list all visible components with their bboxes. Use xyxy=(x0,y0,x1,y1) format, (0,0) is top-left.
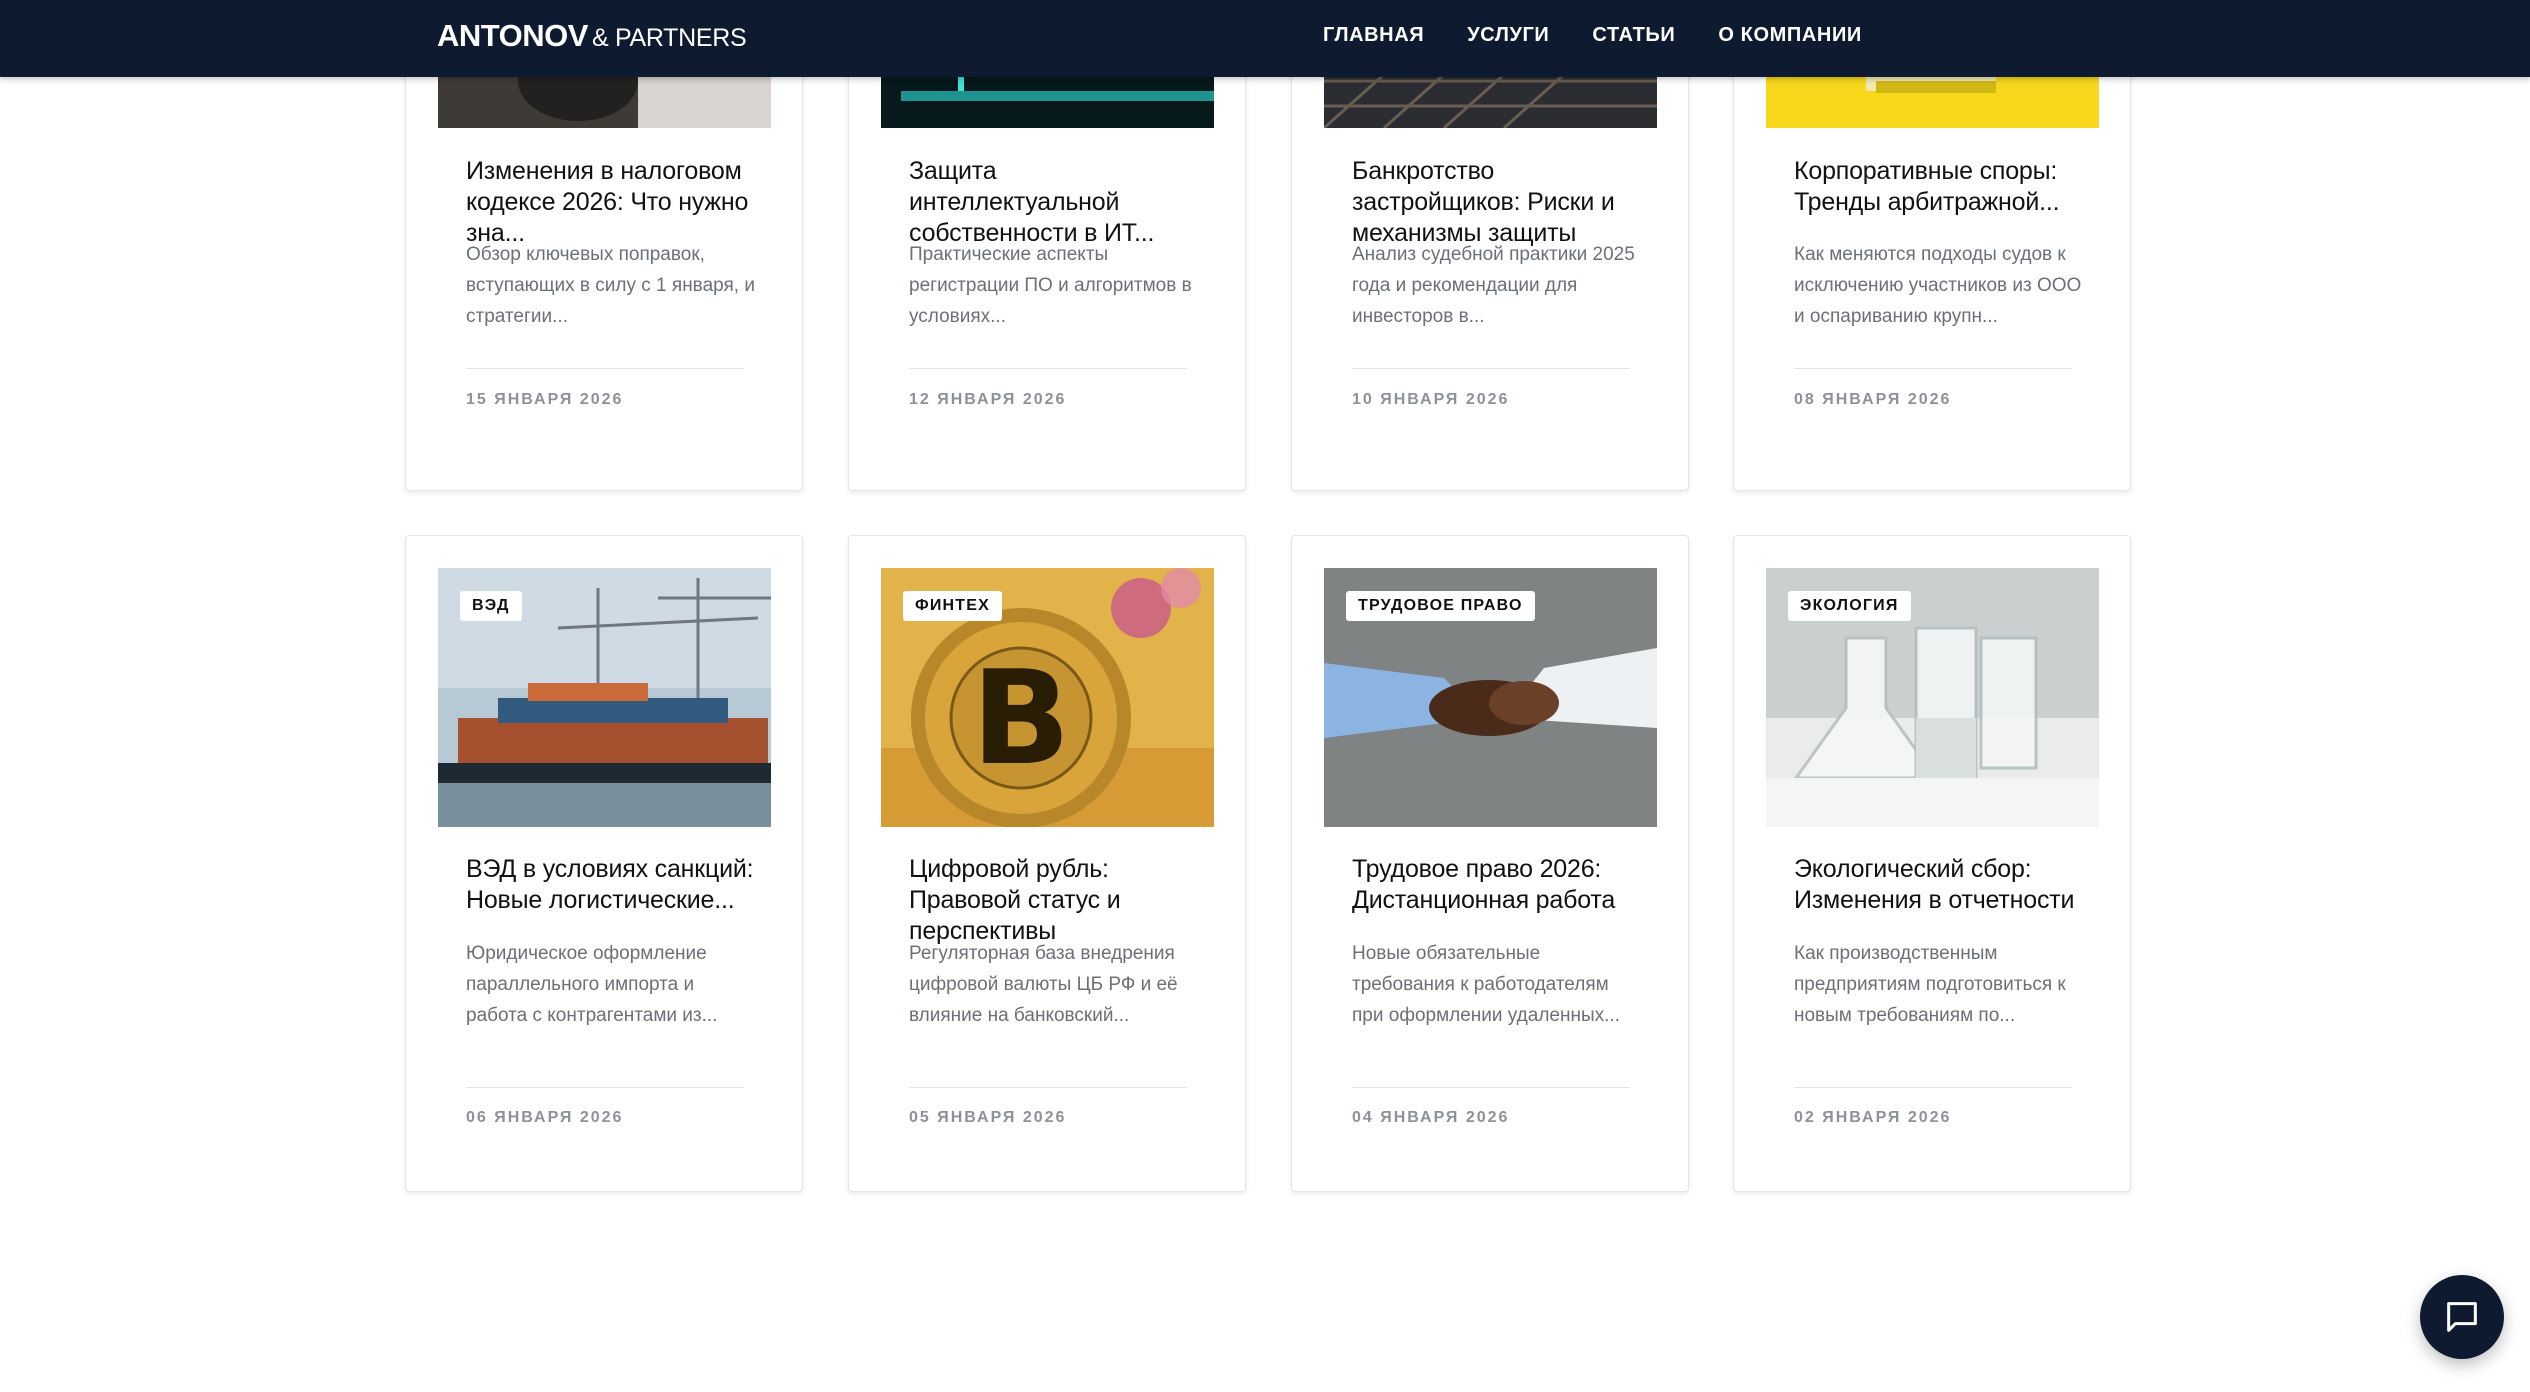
main-nav: ГЛАВНАЯ УСЛУГИ СТАТЬИ О КОМПАНИИ xyxy=(1323,24,1905,47)
article-date: 02 ЯНВАРЯ 2026 xyxy=(1794,1109,1952,1126)
article-thumbnail[interactable]: B ФИНТЕХ xyxy=(881,568,1214,827)
article-title[interactable]: Трудовое право 2026: Дистанционная работ… xyxy=(1352,854,1642,916)
svg-text:B: B xyxy=(971,642,1070,794)
card-divider xyxy=(1352,1087,1630,1088)
article-excerpt: Юридическое оформление параллельного имп… xyxy=(466,943,718,1026)
article-excerpt: Анализ судебной практики 2025 года и рек… xyxy=(1352,244,1635,327)
article-date: 05 ЯНВАРЯ 2026 xyxy=(909,1109,1067,1126)
article-card[interactable]: B ФИНТЕХ Цифровой рубль: Правовой статус… xyxy=(848,535,1246,1192)
article-excerpt: Как производственным предприятиям подгот… xyxy=(1794,943,2066,1026)
card-divider xyxy=(1794,368,2072,369)
article-excerpt: Как меняются подходы судов к исключению … xyxy=(1794,244,2082,327)
article-category-tag[interactable]: ВЭД xyxy=(460,591,522,621)
article-card[interactable]: ЭКОЛОГИЯ Экологический сбор: Изменения в… xyxy=(1733,535,2131,1192)
card-divider xyxy=(466,1087,744,1088)
card-divider xyxy=(466,368,744,369)
logo-sub-text: & PARTNERS xyxy=(591,24,747,52)
article-excerpt: Новые обязательные требования к работода… xyxy=(1352,943,1620,1026)
nav-home[interactable]: ГЛАВНАЯ xyxy=(1323,24,1424,47)
article-category-tag[interactable]: ФИНТЕХ xyxy=(903,591,1003,621)
chat-button[interactable] xyxy=(2420,1275,2504,1359)
article-date: 12 ЯНВАРЯ 2026 xyxy=(909,391,1067,408)
article-date: 15 ЯНВАРЯ 2026 xyxy=(466,391,624,408)
article-excerpt: Регуляторная база внедрения цифровой вал… xyxy=(909,943,1178,1026)
nav-about[interactable]: О КОМПАНИИ xyxy=(1718,24,1862,47)
nav-services[interactable]: УСЛУГИ xyxy=(1467,24,1549,47)
article-title[interactable]: ВЭД в условиях санкций: Новые логистичес… xyxy=(466,854,756,916)
article-card[interactable]: ВЭД ВЭД в условиях санкций: Новые логист… xyxy=(405,535,803,1192)
logo-main-text: ANTONOV xyxy=(437,18,588,53)
article-excerpt: Практические аспекты регистрации ПО и ал… xyxy=(909,244,1192,327)
article-date: 08 ЯНВАРЯ 2026 xyxy=(1794,391,1952,408)
card-divider xyxy=(1794,1087,2072,1088)
article-thumbnail[interactable]: ЭКОЛОГИЯ xyxy=(1766,568,2099,827)
nav-articles[interactable]: СТАТЬИ xyxy=(1592,24,1675,47)
article-date: 06 ЯНВАРЯ 2026 xyxy=(466,1109,624,1126)
article-title[interactable]: Цифровой рубль: Правовой статус и перспе… xyxy=(909,854,1199,947)
article-thumbnail[interactable]: ВЭД xyxy=(438,568,771,827)
chat-bubble-icon xyxy=(2447,1302,2477,1332)
article-thumbnail[interactable]: ТРУДОВОЕ ПРАВО xyxy=(1324,568,1657,827)
site-logo[interactable]: ANTONOV & PARTNERS xyxy=(437,18,747,54)
article-title[interactable]: Корпоративные споры: Тренды арбитражной.… xyxy=(1794,156,2084,218)
top-navigation-bar: ANTONOV & PARTNERS ГЛАВНАЯ УСЛУГИ СТАТЬИ … xyxy=(0,0,2530,77)
article-date: 10 ЯНВАРЯ 2026 xyxy=(1352,391,1510,408)
article-date: 04 ЯНВАРЯ 2026 xyxy=(1352,1109,1510,1126)
article-title[interactable]: Банкротство застройщиков: Риски и механи… xyxy=(1352,156,1642,249)
article-title[interactable]: Экологический сбор: Изменения в отчетнос… xyxy=(1794,854,2084,916)
card-divider xyxy=(909,368,1187,369)
article-title[interactable]: Защита интеллектуальной собственности в … xyxy=(909,156,1199,249)
article-title[interactable]: Изменения в налоговом кодексе 2026: Что … xyxy=(466,156,756,249)
card-divider xyxy=(909,1087,1187,1088)
card-divider xyxy=(1352,368,1630,369)
article-excerpt: Обзор ключевых поправок, вступающих в си… xyxy=(466,244,755,327)
article-category-tag[interactable]: ТРУДОВОЕ ПРАВО xyxy=(1346,591,1535,621)
article-card[interactable]: ТРУДОВОЕ ПРАВО Трудовое право 2026: Дист… xyxy=(1291,535,1689,1192)
article-category-tag[interactable]: ЭКОЛОГИЯ xyxy=(1788,591,1911,621)
